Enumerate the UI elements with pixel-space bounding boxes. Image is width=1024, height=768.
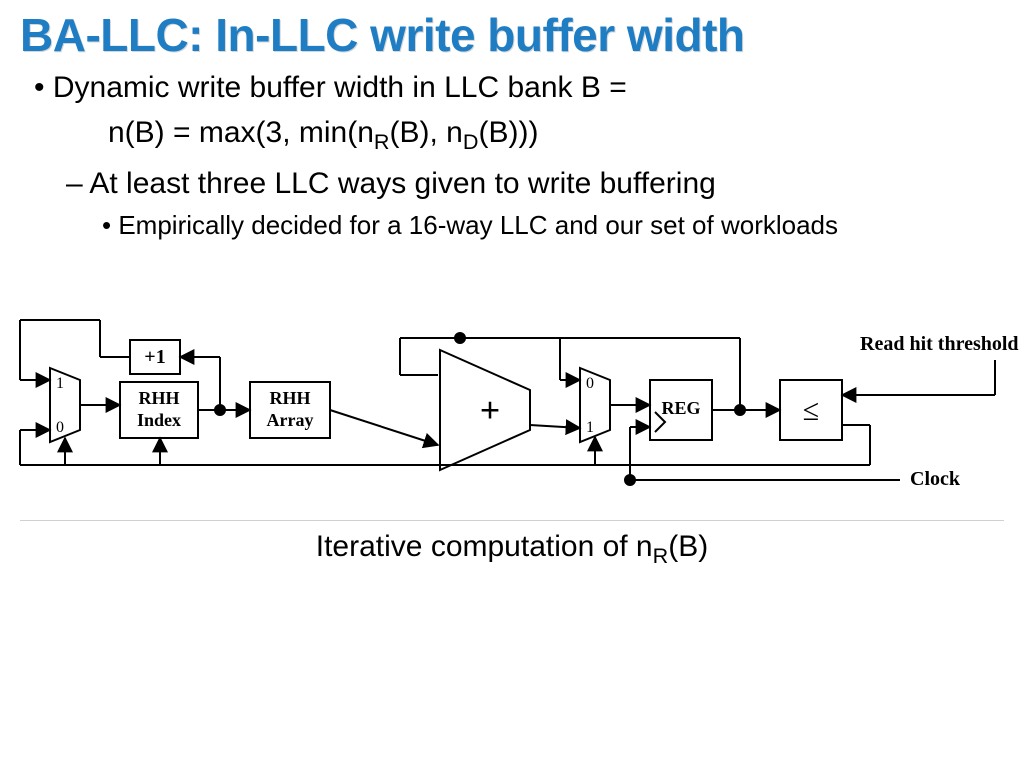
mux1-in1-label: 1 — [56, 375, 64, 392]
block-diagram: 1 0 +1 RHH Index RHH Array + 0 1 REG — [0, 310, 1024, 520]
formula-part: (B))) — [478, 116, 538, 149]
reg-label: REG — [661, 398, 700, 418]
diagram-caption: Iterative computation of nR(B) — [0, 530, 1024, 569]
caption-part: Iterative computation of n — [316, 530, 653, 563]
caption-part: (B) — [668, 530, 708, 563]
rhh-array-l1: RHH — [269, 388, 310, 408]
plus1-box-label: +1 — [144, 346, 165, 368]
caption-sub: R — [653, 543, 669, 568]
read-hit-threshold-label: Read hit threshold — [860, 333, 1019, 355]
bullet-list: Dynamic write buffer width in LLC bank B… — [20, 68, 1004, 243]
bullet-2: At least three LLC ways given to write b… — [90, 164, 1004, 203]
clock-label: Clock — [910, 468, 961, 490]
divider — [20, 520, 1004, 521]
formula-part: n(B) = max(3, min(n — [108, 116, 374, 149]
bullet-3: Empirically decided for a 16-way LLC and… — [122, 209, 1004, 243]
mux2-in1-label: 1 — [586, 419, 594, 436]
comparator-label: ≤ — [803, 394, 819, 427]
rhh-index-l2: Index — [137, 410, 181, 430]
slide-title: BA-LLC: In-LLC write buffer width — [20, 8, 1004, 62]
bullet-1-formula: n(B) = max(3, min(nR(B), nD(B))) — [108, 113, 1004, 156]
adder-label: + — [480, 390, 501, 430]
mux2-in0-label: 0 — [586, 375, 594, 392]
rhh-index-l1: RHH — [138, 388, 179, 408]
formula-sub: D — [463, 129, 479, 154]
formula-part: (B), n — [390, 116, 463, 149]
rhh-array-l2: Array — [267, 410, 314, 430]
formula-sub: R — [374, 129, 390, 154]
mux1-in0-label: 0 — [56, 419, 64, 436]
bullet-1: Dynamic write buffer width in LLC bank B… — [56, 68, 1004, 107]
